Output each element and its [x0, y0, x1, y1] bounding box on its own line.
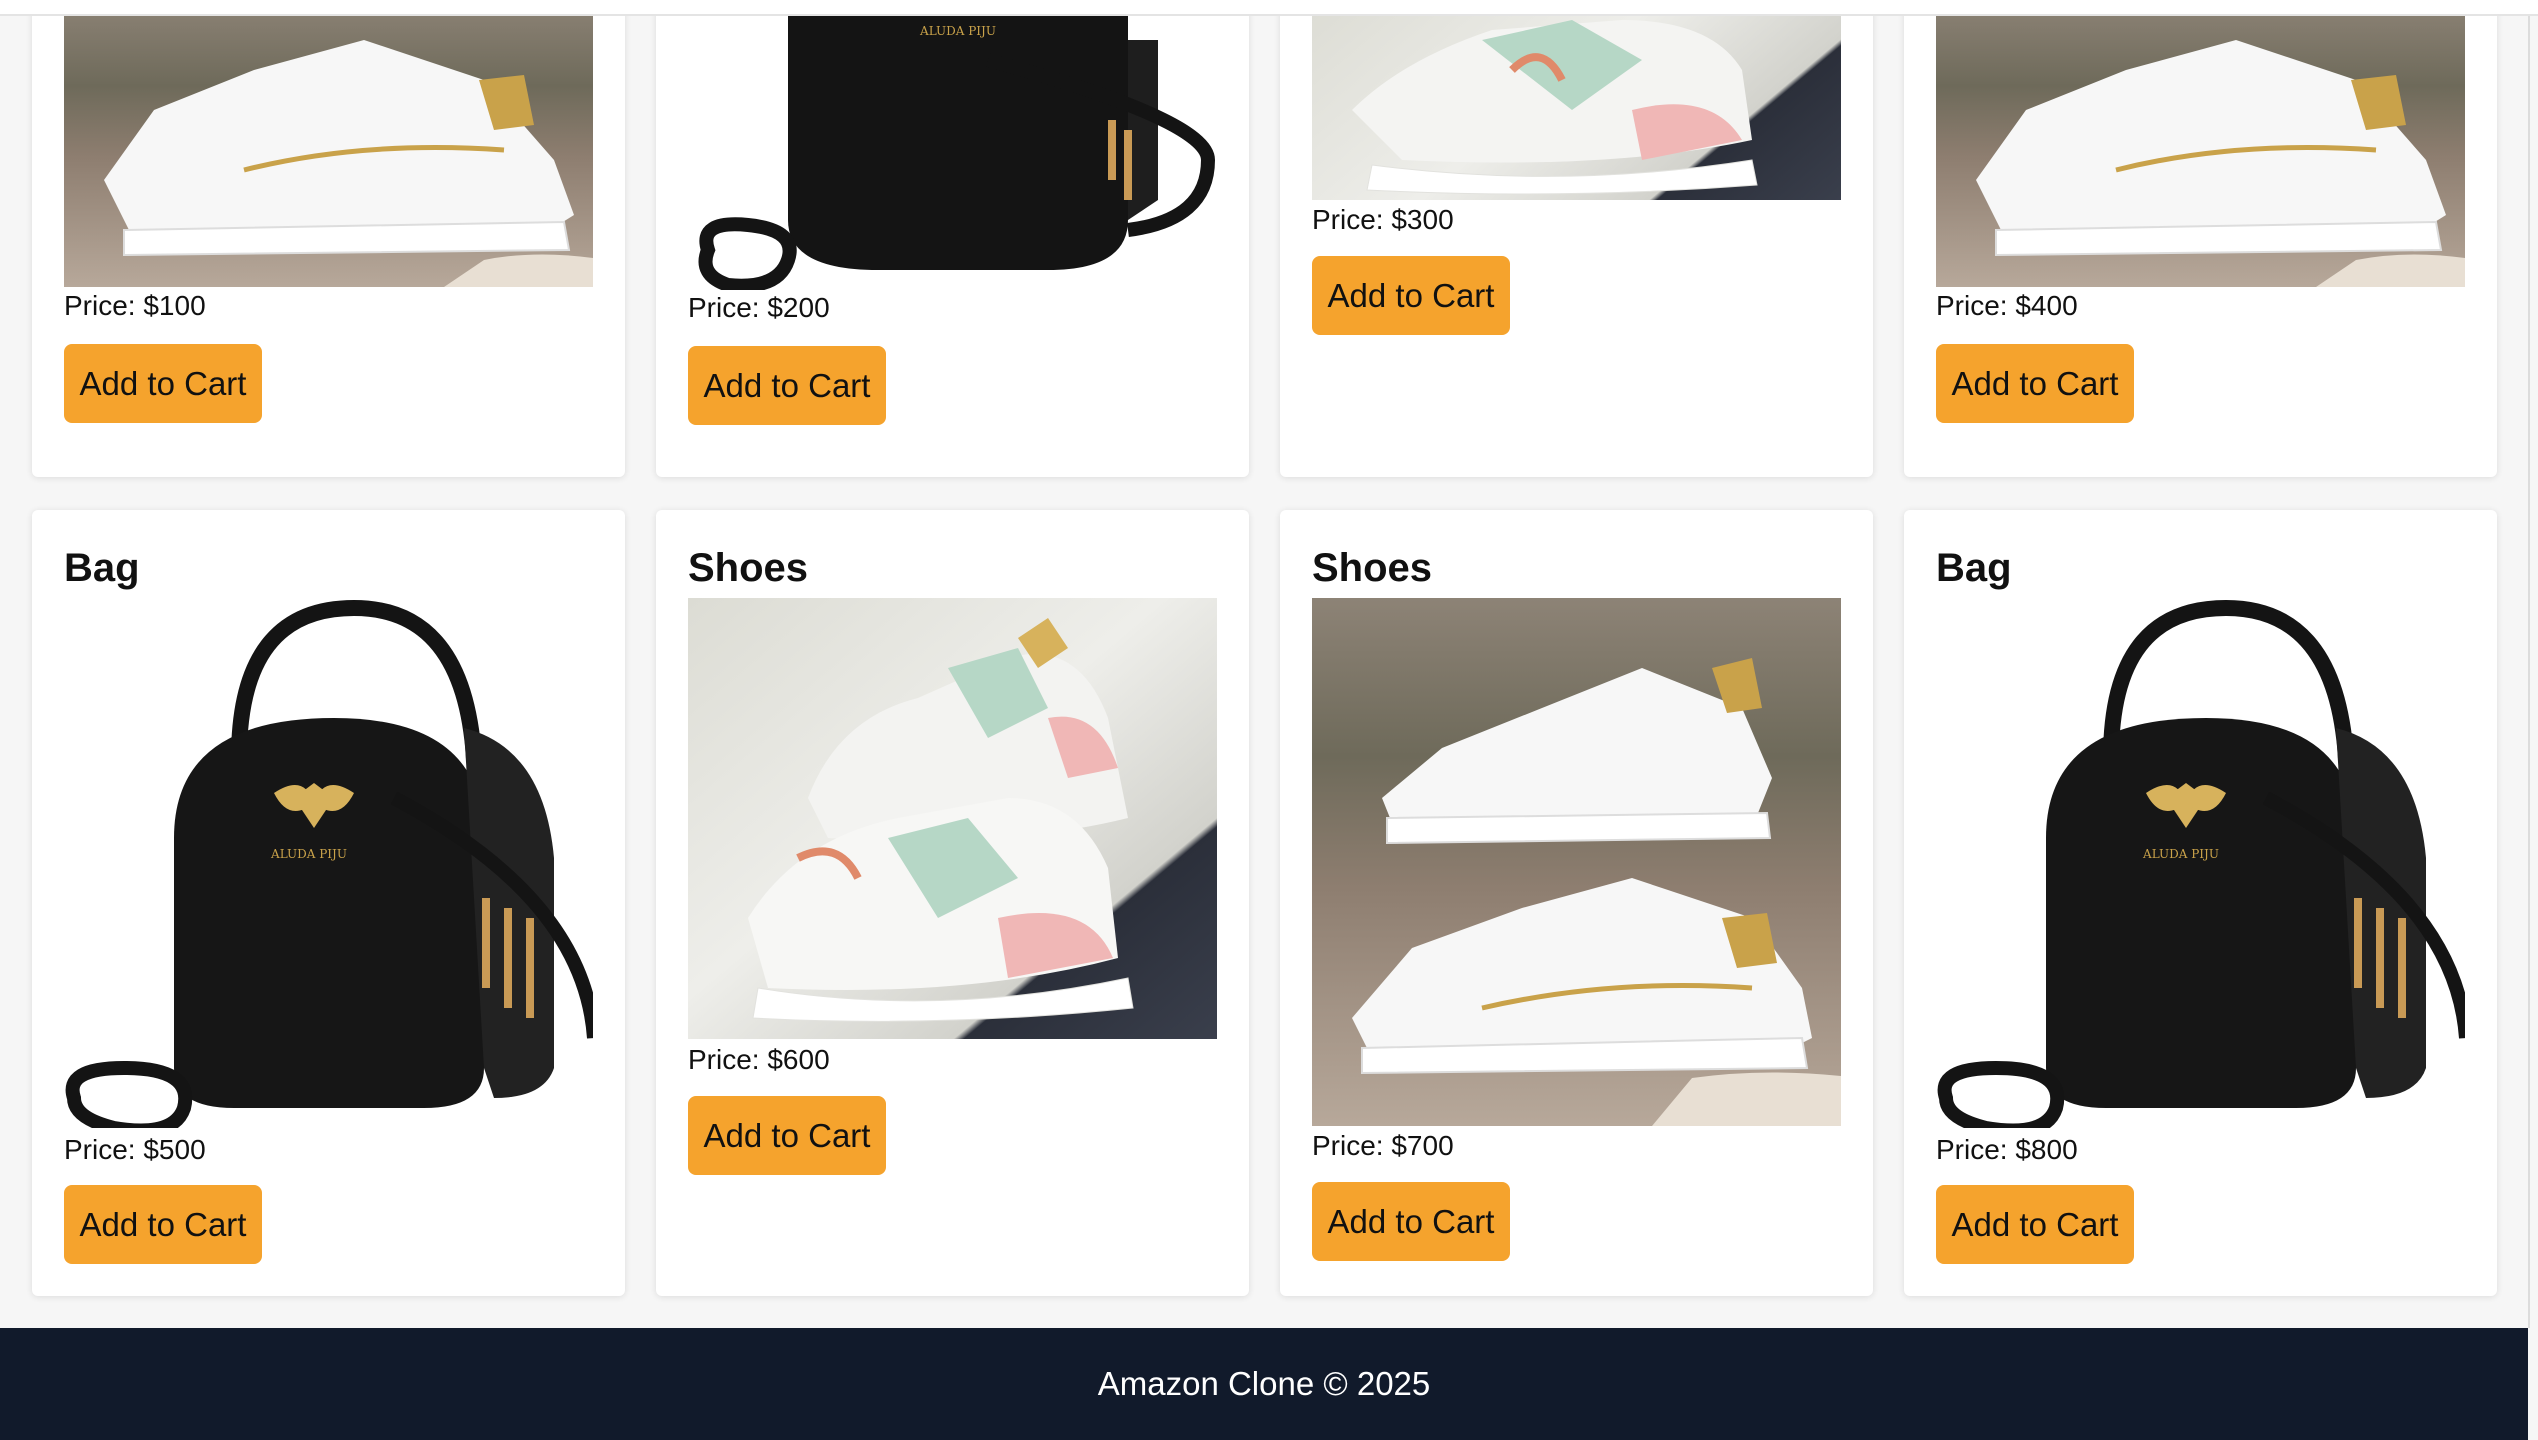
product-price: Price: $100 — [64, 290, 206, 321]
svg-text:ALUDA PIJU: ALUDA PIJU — [2142, 847, 2219, 861]
product-title: Bag — [64, 546, 140, 590]
footer-copyright: Amazon Clone © 2025 — [1097, 1365, 1431, 1402]
add-to-cart-button[interactable]: Add to Cart — [688, 1096, 886, 1175]
product-card: Price: $300 Add to Cart — [1280, 0, 1873, 477]
product-card: Price: $400 Add to Cart — [1904, 0, 2497, 477]
svg-text:ALUDA PIJU: ALUDA PIJU — [919, 24, 996, 38]
product-card: Shoes Price: $600 Add to Cart — [656, 510, 1249, 1296]
product-image — [1312, 598, 1841, 1126]
svg-text:ALUDA PIJU: ALUDA PIJU — [270, 847, 347, 861]
product-image — [1312, 0, 1841, 200]
product-price: Price: $500 — [64, 1134, 206, 1165]
scrollbar-gutter — [2528, 1328, 2538, 1440]
product-price: Price: $200 — [688, 292, 830, 323]
site-footer: Amazon Clone © 2025 — [0, 1328, 2528, 1440]
product-price: Price: $600 — [688, 1044, 830, 1075]
add-to-cart-button[interactable]: Add to Cart — [1936, 344, 2134, 423]
product-price: Price: $400 — [1936, 290, 2078, 321]
product-card: Bag ALUDA PIJU Price: $800 Add to Cart — [1904, 510, 2497, 1296]
product-title: Shoes — [688, 546, 809, 590]
add-to-cart-button[interactable]: Add to Cart — [64, 344, 262, 423]
product-image: ALUDA PIJU — [688, 0, 1217, 290]
product-title: Shoes — [1312, 546, 1433, 590]
product-card: ALUDA PIJU Price: $200 Add to Cart — [656, 0, 1249, 477]
add-to-cart-button[interactable]: Add to Cart — [1936, 1185, 2134, 1264]
product-image — [688, 598, 1217, 1039]
product-card: Price: $100 Add to Cart — [32, 0, 625, 477]
add-to-cart-button[interactable]: Add to Cart — [688, 346, 886, 425]
product-title: Bag — [1936, 546, 2012, 590]
product-grid: Price: $100 Add to Cart ALUDA PIJU Price… — [32, 0, 2498, 1296]
product-card: Bag ALUDA PIJU Price: $500 Add to Cart — [32, 510, 625, 1296]
browser-top-edge — [0, 0, 2538, 16]
product-image — [1936, 0, 2465, 287]
page-scrollbar[interactable] — [2528, 16, 2530, 1328]
product-image — [64, 0, 593, 287]
add-to-cart-button[interactable]: Add to Cart — [1312, 256, 1510, 335]
add-to-cart-button[interactable]: Add to Cart — [1312, 1182, 1510, 1261]
add-to-cart-button[interactable]: Add to Cart — [64, 1185, 262, 1264]
product-price: Price: $800 — [1936, 1134, 2078, 1165]
product-price: Price: $700 — [1312, 1130, 1454, 1161]
product-card: Shoes Price: $700 Add to Cart — [1280, 510, 1873, 1296]
product-image: ALUDA PIJU — [1936, 598, 2465, 1128]
product-price: Price: $300 — [1312, 204, 1454, 235]
product-image: ALUDA PIJU — [64, 598, 593, 1128]
